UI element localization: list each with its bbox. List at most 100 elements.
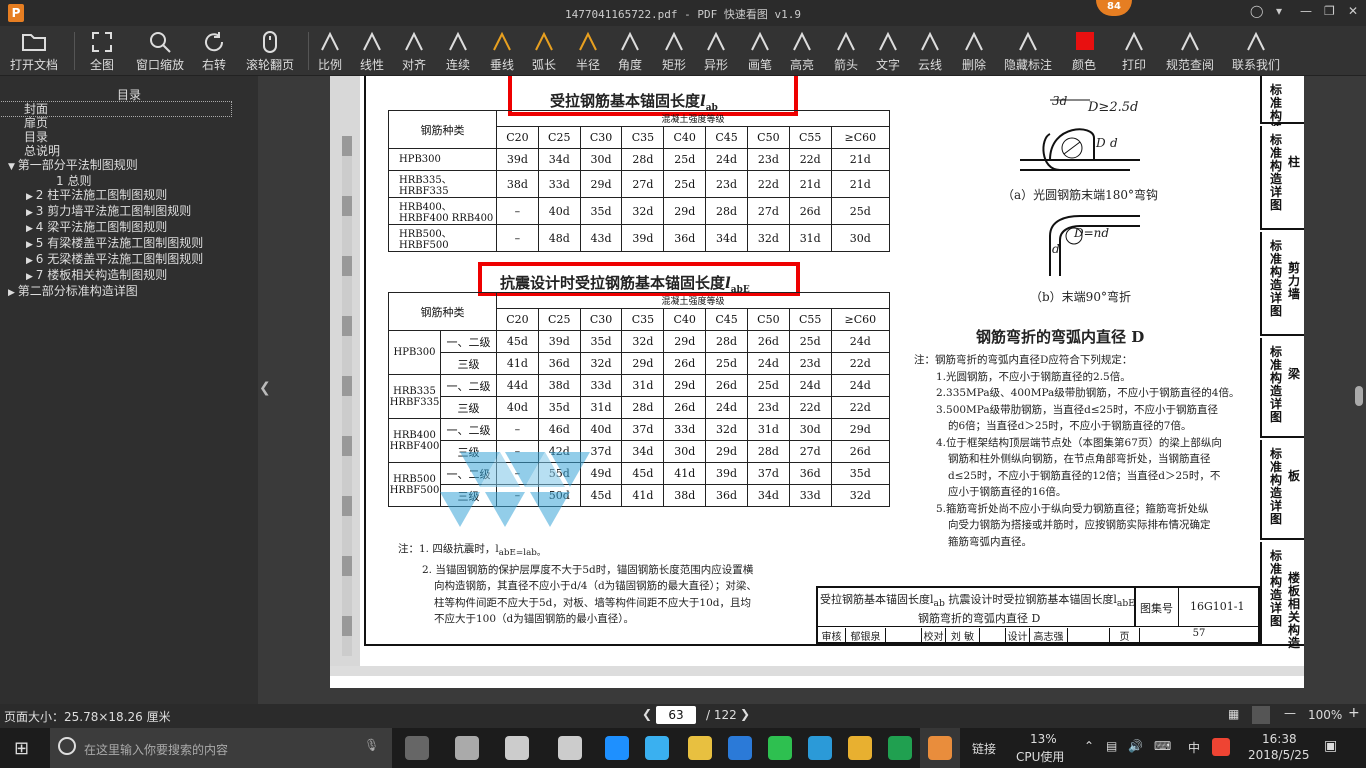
toc-item[interactable]: 封面: [0, 101, 232, 117]
toc-item[interactable]: ▶ 2 柱平法施工图制图规则: [0, 188, 258, 204]
rotate-tool-button[interactable]: 右转: [202, 30, 226, 74]
side-tab: 标准构造详图板: [1260, 440, 1304, 540]
rect-tool-button[interactable]: 矩形: [662, 30, 686, 74]
continuous-view-icon[interactable]: [1252, 706, 1270, 724]
bend-90-diagram: [1049, 215, 1140, 276]
print-tool-button[interactable]: 打印: [1122, 30, 1146, 74]
clock-date[interactable]: 2018/5/25: [1248, 748, 1310, 762]
toc-item[interactable]: ▼ 第一部分平法制图规则: [0, 158, 258, 174]
hl-tool-button[interactable]: 高亮: [790, 30, 814, 74]
app-note-icon[interactable]: [848, 736, 872, 760]
taskbar-link[interactable]: 链接: [972, 740, 996, 757]
toc-item[interactable]: ▶ 7 楼板相关构造制图规则: [0, 268, 258, 284]
poly-tool-button[interactable]: 异形: [704, 30, 728, 74]
network-icon[interactable]: ▤: [1106, 739, 1117, 753]
expand-right-icon[interactable]: ▶: [26, 256, 36, 266]
internet-explorer-icon[interactable]: [645, 736, 669, 760]
toc-item[interactable]: ▶ 3 剪力墙平法施工图制图规则: [0, 204, 258, 220]
printer-icon: [1122, 30, 1146, 54]
red-annotation-box-2[interactable]: [478, 262, 800, 296]
expand-right-icon[interactable]: ▶: [26, 240, 36, 250]
tray-chevron-icon[interactable]: ⌃: [1084, 739, 1094, 753]
app-swirl-icon[interactable]: [558, 736, 582, 760]
taskbar-search[interactable]: 在这里输入你要搜索的内容 🎙: [50, 728, 392, 768]
continuous-dim-icon: [446, 30, 470, 54]
headset-icon: [1232, 30, 1280, 54]
scale-tool-button[interactable]: 比例: [318, 30, 342, 74]
minimize-icon[interactable]: —: [1300, 4, 1312, 18]
toc-item[interactable]: 总说明: [0, 144, 258, 158]
sogou-ime-icon[interactable]: [1212, 738, 1230, 756]
radius-tool-button[interactable]: 半径: [576, 30, 600, 74]
vertical-scrollbar[interactable]: [1352, 76, 1366, 704]
toc-item[interactable]: ▶ 第二部分标准构造详图: [0, 284, 258, 300]
align-tool-button[interactable]: 对齐: [402, 30, 426, 74]
scroll-tool-button[interactable]: 滚轮翻页: [246, 30, 294, 74]
user-icon[interactable]: ◯: [1250, 4, 1263, 18]
expand-right-icon[interactable]: ▶: [26, 192, 36, 202]
app-green-icon[interactable]: [888, 736, 912, 760]
app-g-icon[interactable]: [728, 736, 752, 760]
toc-item[interactable]: ▶ 4 梁平法施工图制图规则: [0, 220, 258, 236]
app-pinwheel-icon[interactable]: [455, 736, 479, 760]
erase-tool-button[interactable]: 删除: [962, 30, 986, 74]
arrow-tool-button[interactable]: 箭头: [834, 30, 858, 74]
angle-tool-button[interactable]: 角度: [618, 30, 642, 74]
edge-browser-icon[interactable]: [605, 736, 629, 760]
expand-right-icon[interactable]: ▶: [26, 208, 36, 218]
page-number-input[interactable]: 63: [656, 706, 696, 724]
ie-edge-icon[interactable]: [505, 736, 529, 760]
text-tool-button[interactable]: 文字: [876, 30, 900, 74]
expand-right-icon[interactable]: ▶: [8, 288, 18, 298]
expand-right-icon[interactable]: ▶: [26, 272, 36, 282]
zoom-in-icon[interactable]: +: [1348, 705, 1360, 721]
contact-tool-button[interactable]: 联系我们: [1232, 30, 1280, 74]
toc-item[interactable]: ▶ 5 有梁楼盖平法施工图制图规则: [0, 236, 258, 252]
toc-item[interactable]: ▶ 6 无梁楼盖平法施工图制图规则: [0, 252, 258, 268]
expand-right-icon[interactable]: ▶: [26, 224, 36, 234]
table-cell: 26d: [663, 396, 707, 419]
ime-indicator[interactable]: 中: [1188, 739, 1200, 756]
table-cell: HPB300: [388, 148, 497, 171]
app-plus-icon[interactable]: [808, 736, 832, 760]
zoom-out-icon[interactable]: —: [1284, 706, 1296, 720]
frame-left: [364, 76, 366, 646]
perp-tool-button[interactable]: 垂线: [490, 30, 514, 74]
cloud-tool-button[interactable]: 云线: [918, 30, 942, 74]
table-cell: 38d: [537, 374, 581, 397]
color-tool-button[interactable]: 颜色: [1072, 30, 1096, 74]
expand-down-icon[interactable]: ▼: [8, 162, 18, 172]
cont-tool-button[interactable]: 连续: [446, 30, 470, 74]
fit-tool-button[interactable]: 全图: [90, 30, 114, 74]
std-tool-button[interactable]: 规范查阅: [1166, 30, 1214, 74]
toc-item[interactable]: 扉页: [0, 116, 258, 130]
fig-a-d: d: [1110, 136, 1118, 150]
hide-tool-button[interactable]: 隐藏标注: [1004, 30, 1052, 74]
linear-tool-button[interactable]: 线性: [360, 30, 384, 74]
notification-center-icon[interactable]: ▣: [1324, 738, 1337, 754]
menu-dropdown-icon[interactable]: ▾: [1276, 4, 1282, 18]
scrollbar-thumb[interactable]: [1355, 386, 1363, 406]
toc-item[interactable]: 目录: [0, 130, 258, 144]
keyboard-icon[interactable]: ⌨: [1154, 739, 1171, 753]
sidebar-collapse-button[interactable]: ❮: [258, 76, 271, 704]
table-cell: C40: [663, 126, 707, 149]
task-view-icon[interactable]: [405, 736, 429, 760]
app-360-icon[interactable]: [768, 736, 792, 760]
restore-icon[interactable]: ❐: [1324, 4, 1335, 18]
tool-label: 高亮: [790, 58, 815, 72]
file-explorer-icon[interactable]: [688, 736, 712, 760]
close-icon[interactable]: ✕: [1348, 4, 1358, 18]
single-page-view-icon[interactable]: ▦: [1228, 707, 1239, 721]
windows-start-icon[interactable]: ⊞: [14, 738, 29, 759]
volume-icon[interactable]: 🔊: [1128, 739, 1143, 753]
toc-item[interactable]: 1 总则: [0, 174, 258, 188]
zoom-tool-button[interactable]: 窗口缩放: [136, 30, 184, 74]
microphone-icon[interactable]: 🎙: [364, 738, 379, 752]
clock-time[interactable]: 16:38: [1262, 732, 1297, 746]
prev-page-icon[interactable]: ❮: [642, 707, 652, 721]
arc-tool-button[interactable]: 弧长: [532, 30, 556, 74]
next-page-icon[interactable]: ❯: [740, 707, 750, 721]
pen-tool-button[interactable]: 画笔: [748, 30, 772, 74]
open-tool-button[interactable]: 打开文档: [10, 30, 58, 74]
